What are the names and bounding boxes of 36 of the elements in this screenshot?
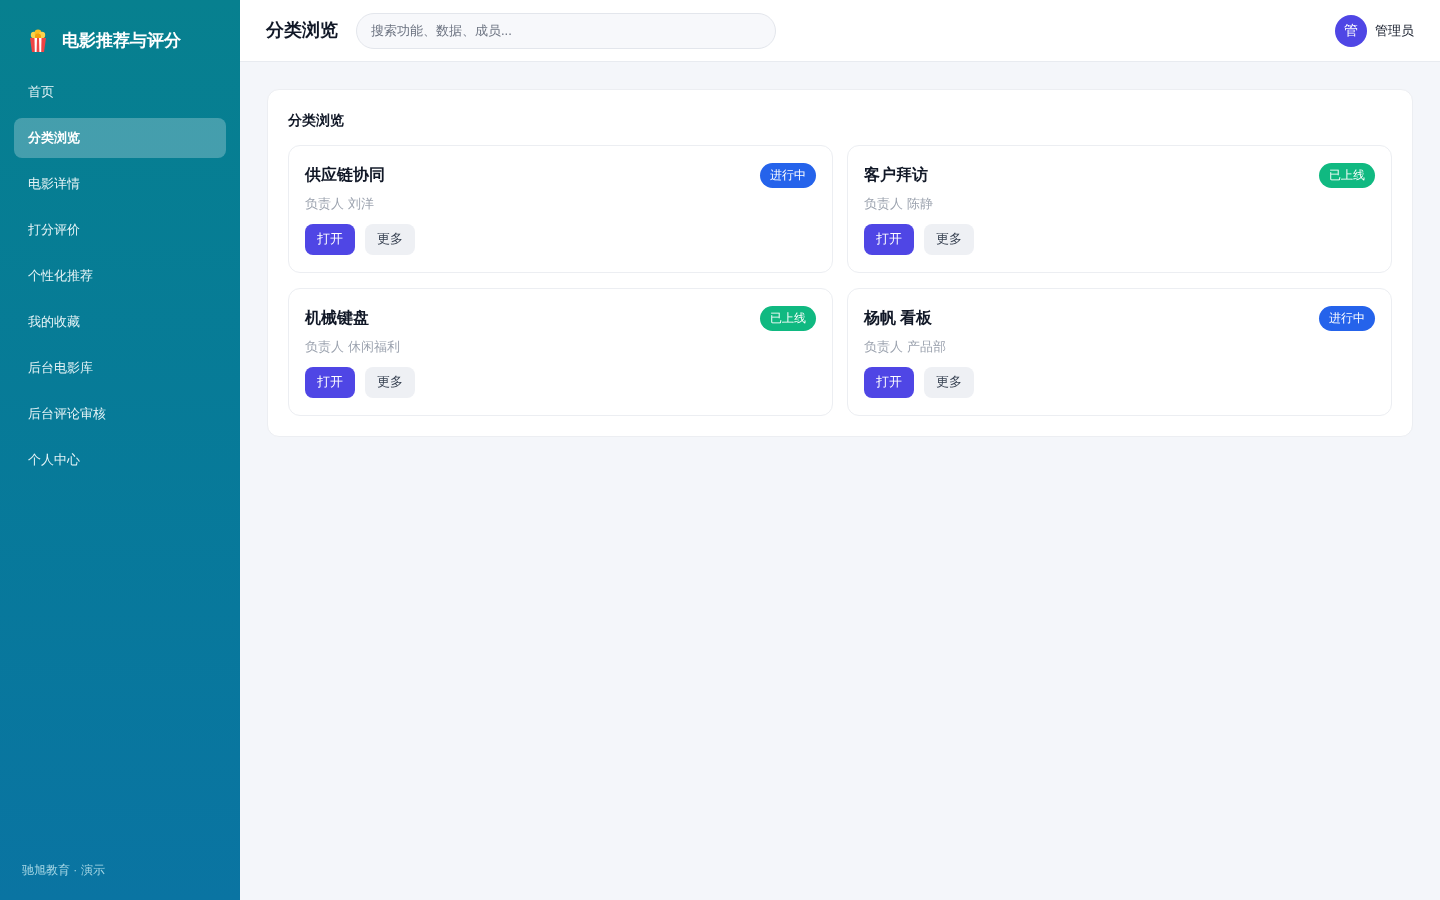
user-name: 管理员 bbox=[1375, 21, 1414, 40]
app-title: 电影推荐与评分 bbox=[62, 30, 181, 52]
sidebar-item[interactable]: 后台电影库 bbox=[14, 347, 226, 388]
sidebar-item[interactable]: 首页 bbox=[14, 71, 226, 112]
card-title: 杨帆 看板 bbox=[864, 308, 933, 328]
open-button[interactable]: 打开 bbox=[305, 223, 355, 255]
status-badge: 已上线 bbox=[760, 305, 816, 331]
more-button[interactable]: 更多 bbox=[365, 223, 415, 255]
sidebar-item[interactable]: 个性化推荐 bbox=[14, 255, 226, 296]
sidebar-item[interactable]: 我的收藏 bbox=[14, 301, 226, 342]
search-field[interactable]: 搜索功能、数据、成员... bbox=[356, 12, 776, 49]
footer-text: 驰旭教育 · 演示 bbox=[21, 862, 106, 879]
page-title: 分类浏览 bbox=[266, 19, 338, 42]
card-owner: 负责人 刘洋 bbox=[305, 195, 375, 213]
more-button[interactable]: 更多 bbox=[924, 223, 974, 255]
sidebar-item[interactable]: 后台评论审核 bbox=[14, 393, 226, 434]
card-title: 供应链协同 bbox=[305, 165, 385, 185]
open-button[interactable]: 打开 bbox=[864, 223, 914, 255]
popcorn-icon bbox=[28, 28, 48, 53]
card-owner: 负责人 休闲福利 bbox=[305, 338, 401, 356]
card-owner: 负责人 陈静 bbox=[864, 195, 934, 213]
status-badge: 已上线 bbox=[1319, 162, 1375, 188]
sidebar-item[interactable]: 个人中心 bbox=[14, 439, 226, 480]
status-badge: 进行中 bbox=[760, 162, 816, 188]
card-title: 客户拜访 bbox=[864, 165, 928, 185]
open-button[interactable]: 打开 bbox=[864, 366, 914, 398]
more-button[interactable]: 更多 bbox=[924, 366, 974, 398]
more-button[interactable]: 更多 bbox=[365, 366, 415, 398]
open-button[interactable]: 打开 bbox=[305, 366, 355, 398]
card-title: 机械键盘 bbox=[305, 308, 369, 328]
status-badge: 进行中 bbox=[1319, 305, 1375, 331]
panel-title: 分类浏览 bbox=[288, 111, 345, 130]
sidebar-item[interactable]: 打分评价 bbox=[14, 209, 226, 250]
sidebar-item[interactable]: 电影详情 bbox=[14, 163, 226, 204]
avatar[interactable]: 管 bbox=[1335, 14, 1367, 47]
card-owner: 负责人 产品部 bbox=[864, 338, 947, 356]
